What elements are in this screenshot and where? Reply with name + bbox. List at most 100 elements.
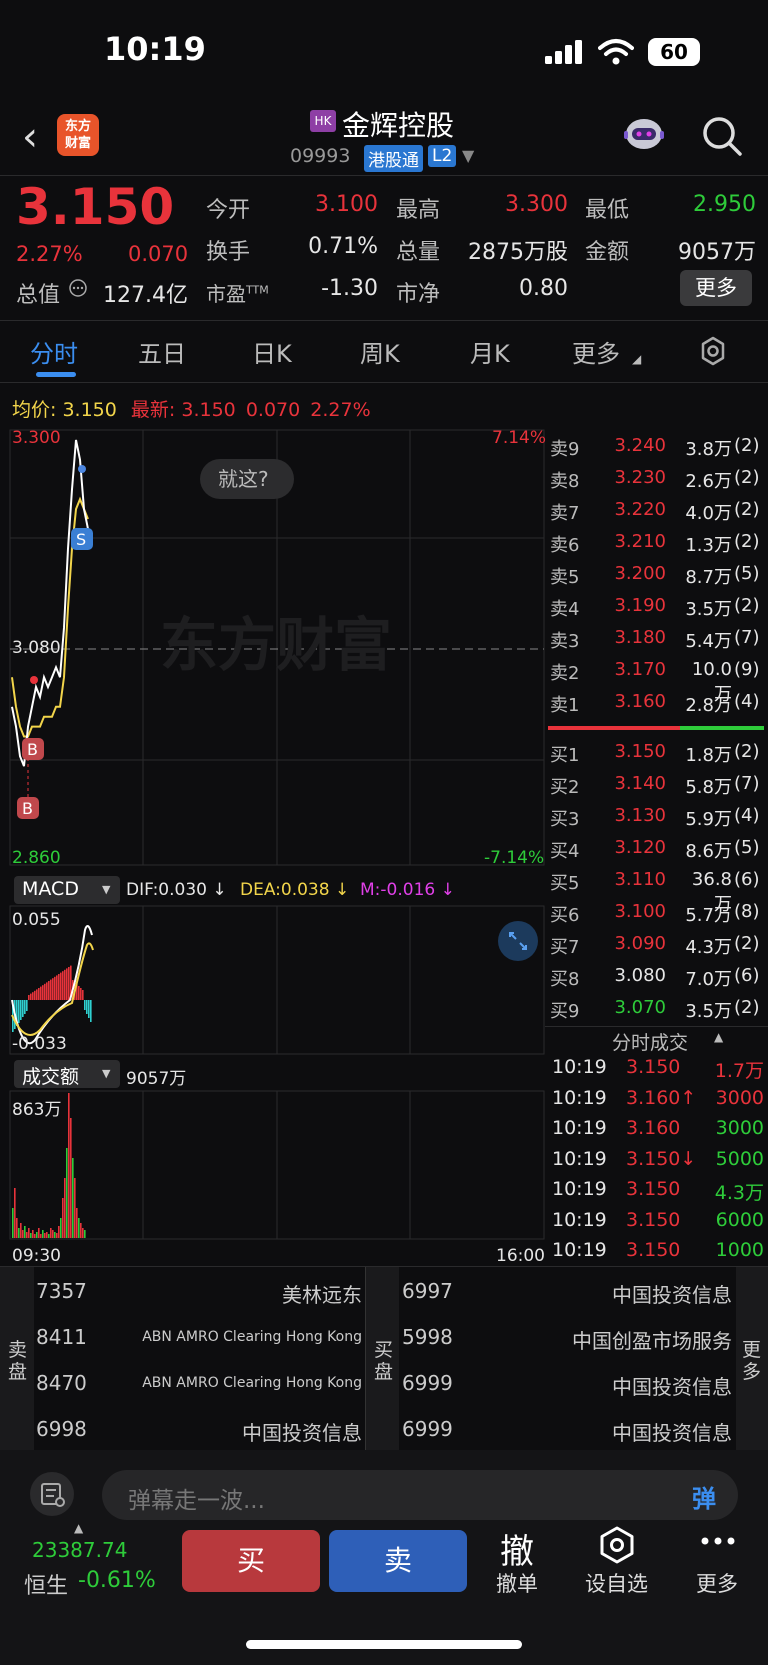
level-price: 3.230 (614, 467, 666, 488)
tab-weekly-k[interactable]: 周K (360, 334, 400, 369)
buy-broker-row[interactable]: 6997 中国投资信息 (402, 1275, 732, 1311)
add-watchlist-label[interactable]: 设自选 (585, 1568, 648, 1598)
level-price: 3.200 (614, 563, 666, 584)
pe-value: -1.30 (321, 276, 378, 301)
buy-marker-text: B (22, 799, 33, 818)
level-qty: 5.9万 (685, 809, 732, 830)
ask-level-1[interactable]: 卖9 3.240 3.8万 (2) (548, 435, 768, 465)
danmu-settings-icon[interactable] (30, 1472, 74, 1516)
broker-name: 中国投资信息 (242, 1421, 362, 1445)
bid-level-7[interactable]: 买7 3.090 4.3万 (2) (548, 933, 768, 963)
sell-broker-row[interactable]: 8411 ABN AMRO Clearing Hong Kong (36, 1321, 362, 1357)
buy-broker-row[interactable]: 6999 中国投资信息 (402, 1367, 732, 1403)
bid-level-1[interactable]: 买1 3.150 1.8万 (2) (548, 741, 768, 771)
volume-bar (70, 1118, 72, 1238)
tick-time: 10:19 (552, 1239, 607, 1261)
cancel-order-icon[interactable]: 撤 (500, 1524, 534, 1573)
volume-bar (62, 1198, 64, 1238)
level-price: 3.150 (614, 741, 666, 762)
back-icon[interactable]: ‹ (22, 114, 38, 160)
volume-bar (36, 1232, 38, 1238)
more-label[interactable]: 更多 (696, 1568, 738, 1598)
tab-five-day[interactable]: 五日 (138, 334, 186, 369)
tab-more[interactable]: 更多 (572, 334, 620, 369)
more-dots-icon[interactable] (700, 1536, 736, 1546)
gear-icon[interactable] (698, 336, 728, 366)
app-logo[interactable]: 东方财富 (57, 114, 99, 156)
bid-level-9[interactable]: 买9 3.070 3.5万 (2) (548, 997, 768, 1027)
search-icon[interactable] (700, 114, 744, 158)
tick-volume: 3000 (715, 1086, 764, 1109)
ask-level-7[interactable]: 卖3 3.180 5.4万 (7) (548, 627, 768, 657)
ticks-title[interactable]: 分时成交 (612, 1028, 688, 1055)
buy-button[interactable]: 买 (182, 1530, 320, 1592)
chevron-up-icon[interactable]: ▲ (714, 1030, 723, 1044)
chevron-up-icon[interactable]: ▲ (74, 1521, 83, 1535)
level-label: 买5 (550, 873, 580, 894)
danmu-input[interactable]: 弹幕走一波... 弹 (102, 1470, 738, 1520)
ask-level-8[interactable]: 卖2 3.170 10.0万 (9) (548, 659, 768, 705)
bid-level-6[interactable]: 买6 3.100 5.7万 (8) (548, 901, 768, 931)
ask-level-4[interactable]: 卖6 3.210 1.3万 (2) (548, 531, 768, 561)
divider (0, 320, 768, 321)
stock-name[interactable]: 金辉控股 (342, 104, 454, 144)
level-count: (2) (734, 531, 760, 552)
bid-level-3[interactable]: 买3 3.130 5.9万 (4) (548, 805, 768, 835)
quote-more-button[interactable]: 更多 (680, 270, 752, 306)
robot-assistant-icon[interactable] (622, 114, 666, 154)
add-watchlist-icon[interactable] (598, 1526, 636, 1564)
tick-price: 3.160↑ (626, 1086, 697, 1109)
level-qty: 7.0万 (685, 969, 732, 990)
sell-broker-row[interactable]: 6998 中国投资信息 (36, 1413, 362, 1449)
buy-broker-row[interactable]: 6999 中国投资信息 (402, 1413, 732, 1449)
volume-bar (52, 1230, 54, 1238)
volume-bar (84, 1230, 86, 1238)
last-value: 3.150 (181, 399, 236, 421)
bid-level-4[interactable]: 买4 3.120 8.6万 (5) (548, 837, 768, 867)
info-dots-icon[interactable] (68, 278, 88, 298)
danmu-send-button[interactable]: 弹 (692, 1479, 716, 1514)
open-value: 3.100 (315, 192, 378, 217)
index-change[interactable]: -0.61% (78, 1568, 156, 1593)
index-name[interactable]: 恒生 (24, 1568, 68, 1600)
macd-bar (90, 1000, 92, 1022)
mktcap-value: 127.4亿 (103, 283, 188, 308)
bid-level-5[interactable]: 买5 3.110 36.8万 (6) (548, 869, 768, 915)
tick-volume: 3000 (715, 1117, 764, 1139)
divider (0, 175, 768, 176)
sell-button[interactable]: 卖 (329, 1530, 467, 1592)
level-qty: 3.5万 (685, 1001, 732, 1022)
bid-level-8[interactable]: 买8 3.080 7.0万 (6) (548, 965, 768, 995)
volume-bar (68, 1093, 70, 1238)
pe-sup: TTM (246, 283, 269, 297)
tab-monthly-k[interactable]: 月K (470, 334, 510, 369)
index-value[interactable]: 23387.74 (32, 1538, 127, 1562)
tick-volume: 5000 (715, 1147, 764, 1170)
turnover-label: 换手 (206, 240, 251, 265)
home-indicator[interactable] (246, 1640, 522, 1649)
ask-level-5[interactable]: 卖5 3.200 8.7万 (5) (548, 563, 768, 593)
tab-daily-k[interactable]: 日K (252, 334, 292, 369)
macd-selector[interactable]: MACD ▼ (14, 876, 120, 904)
volume-bar (64, 1178, 66, 1238)
broker-queue: 7357 美林远东 8411 ABN AMRO Clearing Hong Kong 8… (0, 1267, 768, 1450)
tab-intraday[interactable]: 分时 (30, 334, 78, 369)
ask-level-3[interactable]: 卖7 3.220 4.0万 (2) (548, 499, 768, 529)
danmu-placeholder: 弹幕走一波... (128, 1488, 265, 1514)
level-qty: 5.7万 (685, 905, 732, 926)
intraday-chart[interactable]: 东方财富 S B B 就这? (0, 425, 548, 870)
macd-bar (64, 969, 66, 1000)
ask-level-2[interactable]: 卖8 3.230 2.6万 (2) (548, 467, 768, 497)
cancel-order-label[interactable]: 撤单 (496, 1568, 538, 1598)
volume-bar (80, 1223, 82, 1238)
volume-selector[interactable]: 成交额 ▼ (14, 1060, 120, 1088)
ask-level-9[interactable]: 卖1 3.160 2.8万 (4) (548, 691, 768, 721)
chevron-down-icon[interactable]: ▼ (462, 146, 474, 165)
buy-broker-row[interactable]: 5998 中国创盈市场服务 (402, 1321, 732, 1357)
sell-broker-row[interactable]: 7357 美林远东 (36, 1275, 362, 1311)
expand-icon[interactable] (498, 921, 538, 961)
ask-level-6[interactable]: 卖4 3.190 3.5万 (2) (548, 595, 768, 625)
bid-level-2[interactable]: 买2 3.140 5.8万 (7) (548, 773, 768, 803)
macd-label: MACD (22, 878, 79, 900)
sell-broker-row[interactable]: 8470 ABN AMRO Clearing Hong Kong (36, 1367, 362, 1403)
